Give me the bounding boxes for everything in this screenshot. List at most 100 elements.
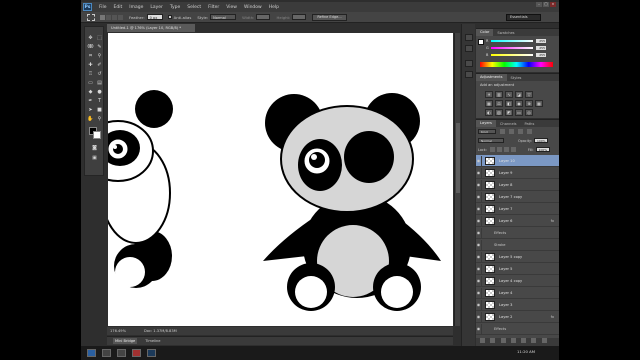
marquee-tool-icon[interactable]: ⬚ [96,35,103,41]
layer-name[interactable]: Stroke [494,243,505,247]
layer-row[interactable]: ◉ Layer 7 [476,203,559,215]
visibility-eye-icon[interactable]: ◉ [476,311,482,322]
menu-view[interactable]: View [226,5,237,10]
layer-name[interactable]: Layer 3 [499,303,512,307]
layer-name[interactable]: Effects [494,327,506,331]
shape-tool-icon[interactable]: ■ [96,107,103,113]
layer-name[interactable]: Layer 4 [499,291,512,295]
history-brush-tool-icon[interactable]: ↺ [96,71,103,77]
hue-saturation-icon[interactable]: ▦ [485,100,493,107]
visibility-eye-icon[interactable]: ◉ [476,275,482,286]
visibility-eye-icon[interactable]: ◉ [476,155,482,166]
g-value-input[interactable]: 255 [536,46,546,50]
blur-tool-icon[interactable]: ◆ [87,89,94,95]
menu-help[interactable]: Help [269,5,279,10]
gradient-tool-icon[interactable]: ▤ [96,80,103,86]
layer-row[interactable]: ◉ Layer 4 copy [476,275,559,287]
tab-adjustments[interactable]: Adjustments [476,74,507,81]
layer-name[interactable]: Layer 8 [499,183,512,187]
r-value-input[interactable]: 255 [536,39,546,43]
menu-layer[interactable]: Layer [150,5,163,10]
workspace-select[interactable]: Essentials [506,14,541,21]
lock-position-icon[interactable] [503,147,509,152]
tab-paths[interactable]: Paths [521,122,539,126]
add-selection-icon[interactable] [106,14,111,20]
zoom-level[interactable]: 176.49% [110,327,126,335]
color-balance-icon[interactable]: ⚖ [495,100,503,107]
g-track[interactable] [491,47,533,49]
tab-swatches[interactable]: Swatches [493,31,518,35]
eraser-tool-icon[interactable]: ▭ [87,80,94,86]
eyedropper-tool-icon[interactable]: ⚲ [96,53,103,59]
canvas[interactable] [108,33,453,326]
filter-adjustment-icon[interactable] [509,129,514,134]
dodge-tool-icon[interactable]: ● [96,89,103,95]
menu-window[interactable]: Window [244,5,262,10]
filter-pixel-icon[interactable] [500,129,505,134]
filter-type-icon[interactable] [518,129,523,134]
minimize-icon[interactable]: – [536,2,542,7]
layer-mask-icon[interactable] [500,338,506,343]
tab-color[interactable]: Color [476,29,494,36]
blend-mode-select[interactable]: Normal [478,138,504,143]
style-select[interactable]: Normal [210,14,237,20]
history-panel-icon[interactable] [465,34,473,41]
visibility-eye-icon[interactable]: ◉ [476,203,482,214]
layer-name[interactable]: Layer 2 [499,315,512,319]
layer-row[interactable]: ◉ Layer 9 [476,167,559,179]
quick-mask-icon[interactable]: ◙ [91,145,98,151]
layer-row[interactable]: ◉ Layer 7 copy [476,191,559,203]
opacity-input[interactable]: 100% [533,138,548,143]
brightness-contrast-icon[interactable]: ☀ [485,91,493,98]
visibility-eye-icon[interactable]: ◉ [476,179,482,190]
hand-tool-icon[interactable]: ✋ [87,116,94,122]
visibility-eye-icon[interactable]: ◉ [476,167,482,178]
visibility-eye-icon[interactable]: ◉ [476,251,482,262]
visibility-eye-icon[interactable]: ◉ [476,227,482,238]
menu-file[interactable]: File [99,5,107,10]
photoshop-taskbar-icon[interactable] [147,349,156,357]
invert-icon[interactable]: ◐ [485,109,493,116]
filter-shape-icon[interactable] [527,129,532,134]
layer-name[interactable]: Layer 10 [499,159,515,163]
lasso-tool-icon[interactable]: ↂ [87,44,94,50]
visibility-eye-icon[interactable]: ◉ [476,263,482,274]
b-value-input[interactable]: 255 [536,53,546,57]
visibility-eye-icon[interactable]: ◉ [476,239,482,250]
canvas-vertical-scrollbar[interactable] [454,33,460,326]
visibility-eye-icon[interactable]: ◉ [476,299,482,310]
layer-row[interactable]: ◉ Layer 8 [476,179,559,191]
layer-effect-row[interactable]: ◉ Stroke [476,239,559,251]
color-spectrum-bar[interactable] [480,62,553,67]
lock-all-icon[interactable] [510,147,516,152]
background-color-swatch[interactable] [93,131,101,139]
tab-timeline[interactable]: Timeline [143,338,162,344]
photo-filter-icon[interactable]: ◉ [515,100,523,107]
channel-mixer-icon[interactable]: ⊕ [525,100,533,107]
close-icon[interactable]: × [550,2,556,7]
layer-effect-row[interactable]: ◉ Effects [476,227,559,239]
layer-name[interactable]: Layer 6 [499,219,512,223]
layer-row[interactable]: ◉ Layer 10 [476,155,559,167]
vibrance-icon[interactable]: ▽ [525,91,533,98]
lock-transparent-icon[interactable] [489,147,495,152]
tab-layers[interactable]: Layers [476,120,496,127]
lock-image-icon[interactable] [496,147,502,152]
visibility-eye-icon[interactable]: ◉ [476,323,482,334]
gradient-map-icon[interactable]: ▭ [515,109,523,116]
layer-row[interactable]: ◉ Layer 5 [476,263,559,275]
layer-name[interactable]: Layer 7 copy [499,195,522,199]
healing-brush-tool-icon[interactable]: ✚ [87,62,94,68]
layer-fx-badge[interactable]: fx [551,219,554,223]
move-tool-icon[interactable]: ✥ [87,35,94,41]
selective-color-icon[interactable]: ◎ [525,109,533,116]
layer-fx-badge[interactable]: fx [551,315,554,319]
tab-channels[interactable]: Channels [496,122,521,126]
layer-style-icon[interactable] [490,338,496,343]
scrollbar-thumb[interactable] [456,123,460,193]
exposure-icon[interactable]: ◪ [515,91,523,98]
delete-layer-icon[interactable] [541,338,547,343]
threshold-icon[interactable]: ◩ [505,109,513,116]
group-icon[interactable] [521,338,527,343]
visibility-eye-icon[interactable]: ◉ [476,191,482,202]
